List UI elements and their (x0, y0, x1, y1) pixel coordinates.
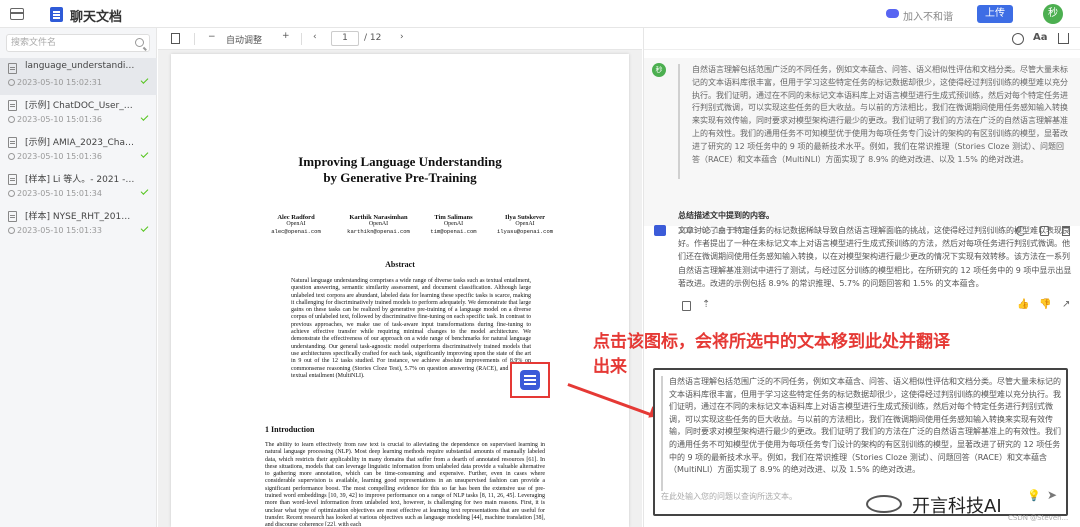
viewer-toolbar: − 自动调整 + ‹ 1 / 12 › (158, 28, 642, 50)
translate-selection-icon[interactable] (520, 370, 540, 390)
file-item[interactable]: [样本] Li 等人。- 2021 - SelfD... 2023-05-10 … (0, 169, 157, 206)
pdf-page[interactable]: Improving Language Understanding by Gene… (171, 54, 629, 527)
check-icon (140, 150, 149, 158)
search-box (6, 34, 150, 52)
thumbs-up-icon[interactable]: 👍 (1017, 299, 1029, 310)
zoom-in-button[interactable]: + (282, 31, 290, 41)
file-name: [示例] AMIA_2023_ChatGPT... (25, 138, 135, 148)
discord-icon[interactable] (886, 9, 899, 18)
check-icon (140, 76, 149, 84)
check-icon (140, 224, 149, 232)
chat-input-panel: 自然语言理解包括范围广泛的不同任务，例如文本蕴含、问答、语义相似性评估和文档分类… (653, 368, 1068, 516)
abstract-heading: Abstract (385, 260, 415, 269)
zoom-select[interactable]: 自动调整 (226, 33, 262, 46)
intro-heading: 1 Introduction (265, 425, 315, 434)
file-time: 2023-05-10 15:01:36 (8, 115, 102, 124)
file-item[interactable]: [样本] NYSE_RHT_2019_Ann... 2023-05-10 15:… (0, 206, 157, 243)
watermark-text: 开言科技AI (912, 496, 1002, 517)
paper-title: Improving Language Understanding by Gene… (298, 154, 502, 185)
outline-icon[interactable] (171, 33, 180, 44)
font-size-icon[interactable]: Aa (1033, 32, 1048, 43)
check-icon (140, 187, 149, 195)
file-icon (8, 100, 17, 111)
export-icon[interactable] (1058, 33, 1069, 44)
file-sidebar: language_understanding_pap... 2023-05-10… (0, 28, 157, 527)
copy-icon[interactable] (682, 301, 691, 311)
search-icon[interactable] (135, 38, 144, 47)
user-avatar: 秒 (652, 63, 666, 77)
author: Karthik Narasimhan OpenAI karthikn@openai.… (347, 214, 410, 235)
user-message: 秒 自然语言理解包括范围广泛的不同任务，例如文本蕴含、问答、语义相似性评估和文档… (644, 58, 1080, 236)
file-time: 2023-05-10 15:02:31 (8, 78, 102, 87)
ai-avatar-icon (654, 225, 666, 236)
clock-icon (8, 153, 15, 160)
page-number-input[interactable]: 1 (331, 31, 359, 46)
author: Alec Radford OpenAI alec@openai.com (271, 214, 321, 235)
document-viewer: − 自动调整 + ‹ 1 / 12 › Improving Language U… (158, 28, 642, 527)
quoted-text: 自然语言理解包括范围广泛的不同任务，例如文本蕴含、问答、语义相似性评估和文档分类… (678, 64, 1068, 179)
abstract-text[interactable]: Natural language understanding comprises… (291, 278, 531, 380)
quote-icon[interactable]: ⇡ (702, 299, 710, 310)
thumbs-down-icon[interactable]: 👎 (1039, 299, 1051, 310)
watermark-logo (866, 495, 902, 513)
author: Tim Salimans OpenAI tim@openai.com (430, 214, 477, 235)
file-list: language_understanding_pap... 2023-05-10… (0, 58, 157, 243)
zoom-out-button[interactable]: − (208, 32, 216, 42)
chat-toolbar: Aa (644, 28, 1080, 50)
top-bar: 聊天文档 加入不和谐 上传 秒 (0, 0, 1080, 28)
file-name: language_understanding_pap... (25, 61, 135, 71)
file-name: [样本] Li 等人。- 2021 - SelfD... (25, 175, 135, 185)
suggestion-icon[interactable]: 💡 (1027, 489, 1041, 502)
app-title: 聊天文档 (70, 10, 123, 25)
file-item[interactable]: [示例] AMIA_2023_ChatGPT... 2023-05-10 15:… (0, 132, 157, 169)
file-icon (8, 63, 17, 74)
next-page-button[interactable]: › (400, 32, 404, 42)
file-time: 2023-05-10 15:01:33 (8, 226, 102, 235)
file-item[interactable]: language_understanding_pap... 2023-05-10… (0, 58, 157, 95)
language-icon[interactable] (1012, 33, 1024, 45)
prev-page-button[interactable]: ‹ (313, 32, 317, 42)
file-icon (8, 174, 17, 185)
ai-message: 文章讨论了由于特定任务的标记数据稀缺导致自然语言理解面临的挑战，这使得经过判别训… (644, 218, 1080, 313)
clock-icon (8, 227, 15, 234)
clock-icon (8, 190, 15, 197)
toolbar-divider (194, 33, 195, 45)
file-item[interactable]: [示例] ChatDOC_User_Guide... 2023-05-10 15… (0, 95, 157, 132)
file-time: 2023-05-10 15:01:34 (8, 189, 102, 198)
sidebar-toggle-icon[interactable] (10, 8, 24, 20)
ai-answer: 文章讨论了由于特定任务的标记数据稀缺导致自然语言理解面临的挑战，这使得经过判别训… (678, 226, 1072, 288)
upload-button[interactable]: 上传 (977, 5, 1013, 23)
app-logo-icon (50, 7, 63, 22)
share-icon[interactable]: ↗ (1062, 299, 1070, 310)
page-total: / 12 (364, 33, 382, 43)
send-icon[interactable]: ➤ (1047, 488, 1057, 502)
file-icon (8, 137, 17, 148)
toolbar-divider (301, 33, 302, 45)
file-name: [样本] NYSE_RHT_2019_Ann... (25, 212, 135, 222)
file-icon (8, 211, 17, 222)
author-block: Alec Radford OpenAI alec@openai.com Karthi… (261, 214, 561, 244)
clock-icon (8, 79, 15, 86)
clock-icon (8, 116, 15, 123)
user-avatar[interactable]: 秒 (1043, 4, 1063, 24)
intro-text[interactable]: The ability to learn effectively from ra… (265, 442, 545, 526)
selected-text-quote: 自然语言理解包括范围广泛的不同任务，例如文本蕴含、问答、语义相似性评估和文档分类… (661, 376, 1061, 491)
file-name: [示例] ChatDOC_User_Guide... (25, 101, 135, 111)
translate-highlight (510, 362, 550, 398)
search-input[interactable] (7, 35, 127, 51)
footer-credit: CSDN @Steven... (1008, 514, 1069, 522)
file-time: 2023-05-10 15:01:36 (8, 152, 102, 161)
check-icon (140, 113, 149, 121)
author: Ilya Sutskever OpenAI ilyasu@openai.com (496, 214, 554, 235)
discord-link[interactable]: 加入不和谐 (903, 8, 953, 23)
